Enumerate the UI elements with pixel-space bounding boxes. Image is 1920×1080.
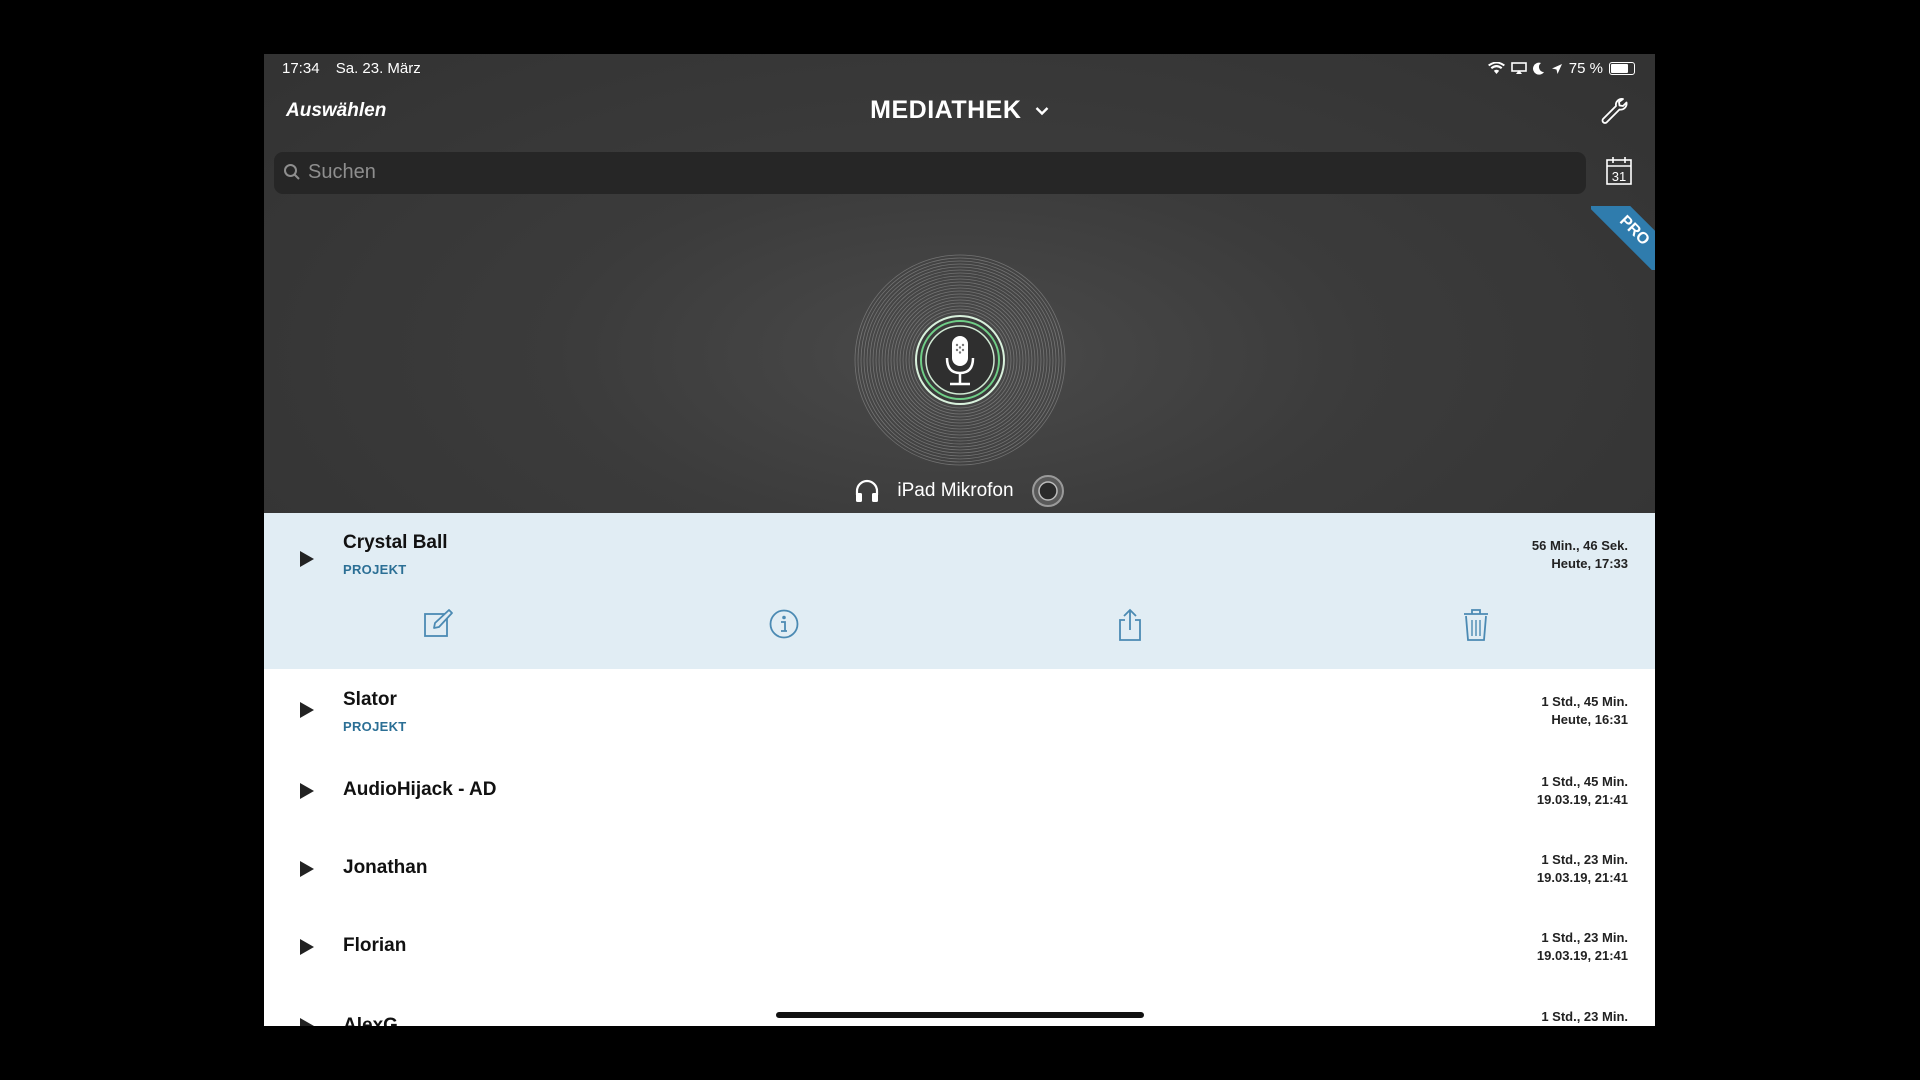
play-icon[interactable] — [298, 549, 316, 569]
recording-title: Florian — [343, 935, 407, 956]
record-button[interactable] — [852, 252, 1068, 468]
recording-duration: 1 Std., 45 Min. — [1541, 694, 1628, 709]
recording-row[interactable]: Jonathan 1 Std., 23 Min. 19.03.19, 21:41 — [264, 826, 1655, 904]
recording-title: AlexG — [343, 1015, 398, 1026]
recording-title: Jonathan — [343, 857, 428, 878]
moon-icon — [1532, 62, 1544, 75]
play-icon[interactable] — [298, 700, 316, 720]
page-title: MEDIATHEK — [870, 96, 1022, 124]
status-time: 17:34 — [282, 60, 320, 77]
recording-meta: 56 Min., 46 Sek. Heute, 17:33 — [1532, 537, 1628, 573]
recording-duration: 1 Std., 23 Min. — [1541, 930, 1628, 945]
input-source-selector[interactable]: iPad Mikrofon — [264, 474, 1655, 508]
recording-row-selected[interactable]: Crystal Ball PROJEKT 56 Min., 46 Sek. He… — [264, 513, 1655, 669]
screen-mirroring-icon — [1510, 62, 1527, 74]
recording-duration: 1 Std., 23 Min. — [1541, 852, 1628, 867]
library-title-menu[interactable]: MEDIATHEK — [264, 96, 1655, 125]
recording-date: Heute, 16:31 — [1551, 712, 1628, 727]
recorder-header: 17:34 Sa. 23. März 75 % Auswählen MEDIAT… — [264, 54, 1655, 513]
calendar-day: 31 — [1612, 169, 1626, 184]
recording-date: 19.03.19, 21:41 — [1536, 870, 1628, 885]
input-source-label: iPad Mikrofon — [897, 480, 1014, 501]
wifi-icon — [1487, 62, 1505, 74]
play-icon[interactable] — [298, 859, 316, 879]
battery-percent: 75 % — [1568, 60, 1603, 77]
recording-meta: 1 Std., 23 Min. 19.03.19, 21:41 — [1537, 929, 1628, 965]
search-field[interactable]: Suchen — [274, 152, 1586, 194]
recording-row[interactable]: AudioHijack - AD 1 Std., 45 Min. 19.03.1… — [264, 749, 1655, 826]
share-icon[interactable] — [1114, 608, 1146, 642]
row-action-bar — [264, 608, 1655, 660]
recording-title: AudioHijack - AD — [343, 779, 497, 800]
headphones-icon — [856, 479, 879, 502]
input-level-meter-icon — [1031, 475, 1064, 507]
play-icon[interactable] — [298, 1016, 316, 1026]
recording-row[interactable]: Slator PROJEKT 1 Std., 45 Min. Heute, 16… — [264, 669, 1655, 749]
status-bar: 17:34 Sa. 23. März 75 % — [264, 54, 1655, 80]
recording-duration: 1 Std., 45 Min. — [1541, 774, 1628, 789]
app-screen: 17:34 Sa. 23. März 75 % Auswählen MEDIAT… — [264, 54, 1655, 1026]
pro-badge: PRO — [1591, 206, 1655, 270]
play-icon[interactable] — [298, 937, 316, 957]
recording-duration: 1 Std., 23 Min. — [1541, 1009, 1628, 1024]
info-icon[interactable] — [768, 608, 800, 640]
home-indicator[interactable] — [776, 1012, 1144, 1018]
play-icon[interactable] — [298, 781, 316, 801]
recording-date: 19.03.19, 21:41 — [1536, 792, 1628, 807]
recording-meta: 1 Std., 23 Min. 19.03.19, 21:41 — [1537, 851, 1628, 887]
settings-wrench-icon[interactable] — [1599, 96, 1629, 126]
recording-duration: 56 Min., 46 Sek. — [1531, 538, 1628, 553]
calendar-icon[interactable]: 31 — [1605, 156, 1633, 186]
chevron-down-icon — [1035, 107, 1049, 116]
trash-icon[interactable] — [1462, 608, 1490, 642]
location-icon — [1551, 63, 1562, 74]
status-date: Sa. 23. März — [335, 60, 421, 77]
search-icon — [284, 164, 300, 180]
project-tag: PROJEKT — [343, 562, 407, 577]
battery-icon — [1609, 62, 1635, 75]
recording-title: Slator — [343, 689, 397, 710]
recording-row[interactable]: AlexG 1 Std., 23 Min. — [264, 982, 1655, 1026]
search-placeholder: Suchen — [308, 161, 376, 183]
recording-date: 19.03.19, 21:41 — [1536, 948, 1628, 963]
recording-meta: 1 Std., 23 Min. — [1541, 1008, 1628, 1026]
edit-icon[interactable] — [422, 608, 454, 640]
project-tag: PROJEKT — [343, 719, 407, 734]
recording-title: Crystal Ball — [343, 532, 448, 553]
recording-meta: 1 Std., 45 Min. Heute, 16:31 — [1541, 693, 1628, 729]
recording-row[interactable]: Florian 1 Std., 23 Min. 19.03.19, 21:41 — [264, 904, 1655, 982]
recording-date: Heute, 17:33 — [1551, 556, 1628, 571]
pro-badge-label: PRO — [1591, 206, 1655, 270]
recording-meta: 1 Std., 45 Min. 19.03.19, 21:41 — [1537, 773, 1628, 809]
